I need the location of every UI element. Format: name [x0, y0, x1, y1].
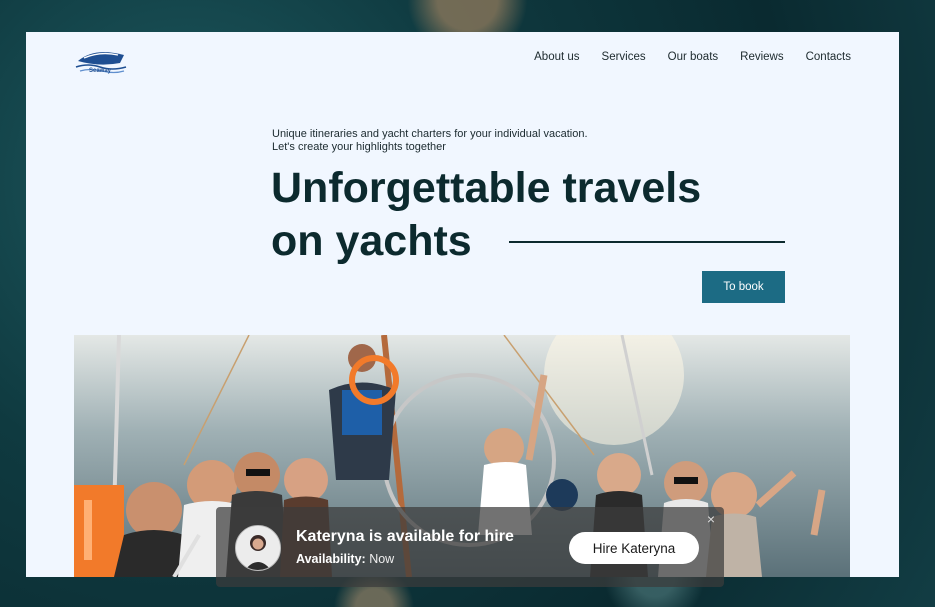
nav-item-contacts[interactable]: Contacts — [806, 51, 851, 63]
hero-lead-text: Unique itineraries and yacht charters fo… — [272, 128, 588, 153]
hero-divider-line — [509, 241, 785, 243]
landing-page-card: Seaway About us Services Our boats Revie… — [26, 32, 899, 577]
hero-title-line-1: Unforgettable travels — [271, 164, 702, 212]
close-icon[interactable]: × — [704, 512, 718, 526]
main-nav: About us Services Our boats Reviews Cont… — [534, 51, 851, 63]
hire-button[interactable]: Hire Kateryna — [569, 532, 699, 564]
profile-picture-icon — [236, 526, 280, 570]
availability-value: Now — [369, 552, 395, 566]
availability-text: Availability: Now — [296, 552, 394, 566]
avatar — [235, 525, 281, 571]
nav-item-about-us[interactable]: About us — [534, 51, 579, 63]
nav-item-services[interactable]: Services — [602, 51, 646, 63]
nav-item-our-boats[interactable]: Our boats — [668, 51, 719, 63]
nav-item-reviews[interactable]: Reviews — [740, 51, 783, 63]
logo-text: Seaway — [89, 68, 112, 74]
hero-title: Unforgettable travels on yachts — [271, 162, 811, 268]
availability-label: Availability: — [296, 552, 366, 566]
to-book-button[interactable]: To book — [702, 271, 785, 303]
hire-toast: Kateryna is available for hire Availabil… — [216, 507, 724, 587]
toast-title: Kateryna is available for hire — [296, 528, 514, 545]
